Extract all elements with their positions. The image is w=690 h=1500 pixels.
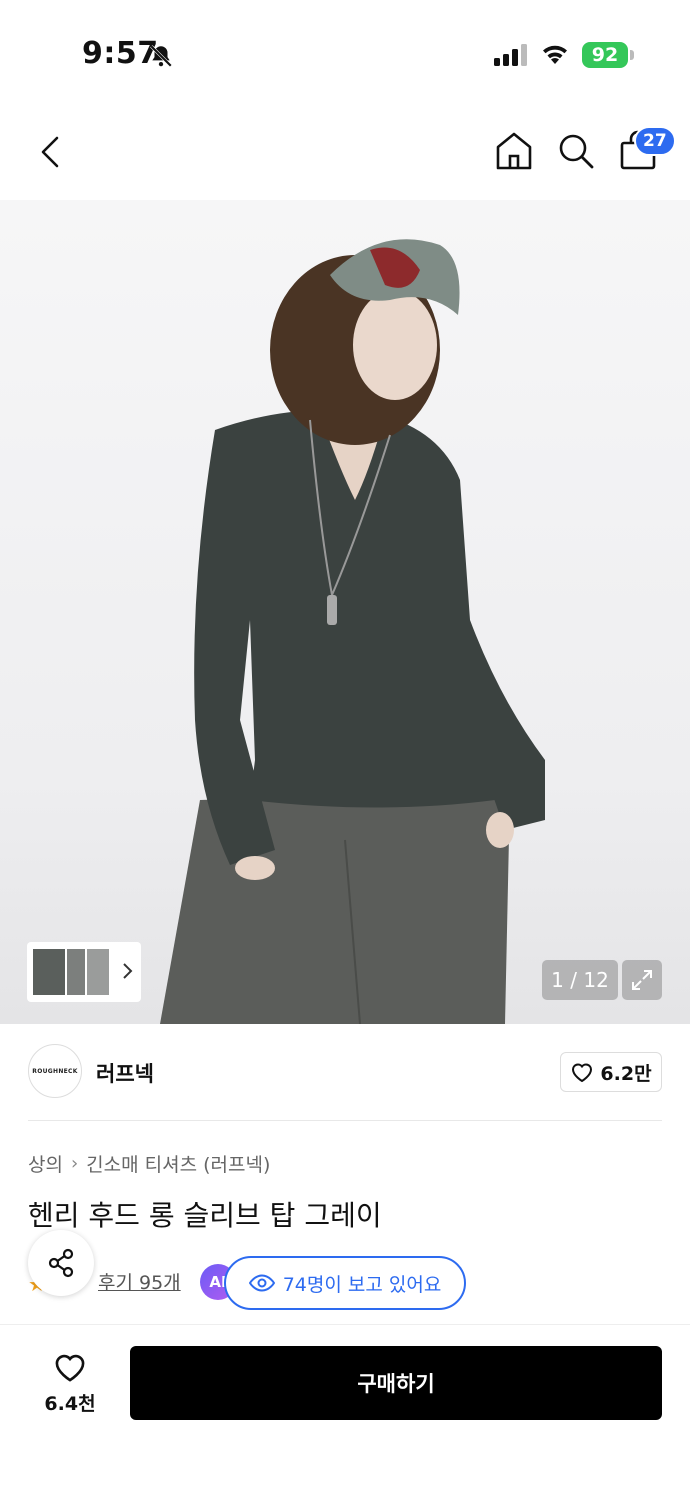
chevron-right-icon bbox=[123, 963, 133, 979]
viewers-pill: 74명이 보고 있어요 bbox=[224, 1256, 466, 1310]
home-button[interactable] bbox=[494, 130, 536, 174]
divider bbox=[28, 1120, 662, 1121]
battery-tip bbox=[630, 50, 634, 60]
thumbnail-strip[interactable] bbox=[27, 942, 141, 1002]
gallery-page-counter: 1 / 12 bbox=[542, 960, 618, 1000]
breadcrumb-subcategory[interactable]: 긴소매 티셔츠 (러프넥) bbox=[86, 1150, 270, 1177]
bottom-bar-divider bbox=[0, 1324, 690, 1325]
brand-like-button[interactable]: 6.2만 bbox=[560, 1052, 662, 1092]
product-title: 헨리 후드 롱 슬리브 탑 그레이 bbox=[28, 1199, 382, 1232]
search-button[interactable] bbox=[556, 130, 598, 174]
cart-count-badge: 27 bbox=[634, 126, 676, 156]
expand-button[interactable] bbox=[622, 960, 662, 1000]
share-icon bbox=[48, 1248, 74, 1278]
back-icon bbox=[41, 136, 59, 168]
brand-name[interactable]: 러프넥 bbox=[96, 1058, 154, 1088]
wifi-icon bbox=[540, 42, 570, 70]
brand-logo-text: ROUGHNECK bbox=[32, 1067, 78, 1075]
expand-icon bbox=[632, 970, 652, 990]
status-bar: 9:57 92 bbox=[0, 0, 690, 110]
search-icon bbox=[559, 134, 594, 169]
viewers-text: 74명이 보고 있어요 bbox=[282, 1273, 442, 1296]
product-image[interactable] bbox=[0, 200, 690, 1024]
bell-muted-icon bbox=[148, 43, 174, 73]
breadcrumb: 상의 › 긴소매 티셔츠 (러프넥) bbox=[28, 1150, 270, 1177]
thumbnail-image bbox=[85, 947, 111, 997]
breadcrumb-category[interactable]: 상의 bbox=[28, 1150, 63, 1177]
wishlist-count: 6.4천 bbox=[44, 1392, 96, 1415]
brand-row[interactable]: ROUGHNECK 러프넥 6.2만 bbox=[0, 1024, 690, 1120]
heart-icon bbox=[572, 1063, 593, 1083]
review-count-link[interactable]: 후기 95개 bbox=[98, 1268, 181, 1295]
back-button[interactable] bbox=[30, 130, 70, 174]
share-button[interactable] bbox=[28, 1230, 94, 1296]
top-nav bbox=[0, 110, 690, 200]
heart-icon bbox=[55, 1354, 85, 1382]
eye-icon bbox=[248, 1274, 275, 1292]
battery-indicator: 92 bbox=[582, 42, 628, 68]
product-photo-illustration bbox=[160, 239, 545, 1024]
home-icon bbox=[496, 132, 532, 170]
wishlist-button[interactable]: 6.4천 bbox=[28, 1346, 112, 1420]
brand-logo[interactable]: ROUGHNECK bbox=[28, 1044, 82, 1098]
brand-like-count: 6.2만 bbox=[600, 1062, 652, 1085]
signal-icon bbox=[494, 44, 528, 70]
chevron-right-icon: › bbox=[70, 1153, 79, 1174]
buy-button[interactable]: 구매하기 bbox=[130, 1346, 662, 1420]
